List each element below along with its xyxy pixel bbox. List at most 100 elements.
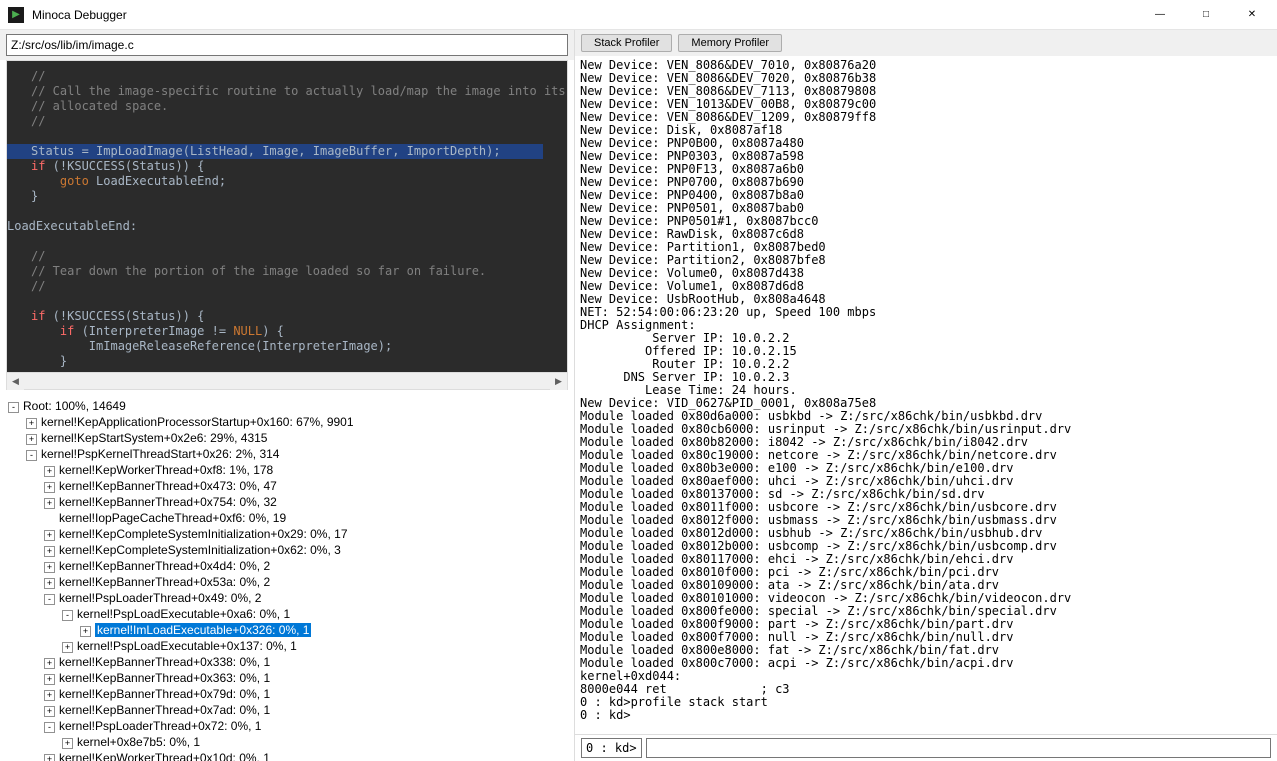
- code-line: // Call the image-specific routine to ac…: [31, 84, 567, 99]
- tree-node-label: kernel!KepWorkerThread+0x10d: 0%, 1: [59, 751, 270, 761]
- code-line: // Tear down the portion of the image lo…: [31, 264, 567, 279]
- tree-node-label: kernel!PspKernelThreadStart+0x26: 2%, 31…: [41, 447, 279, 461]
- code-line: Status = ImpLoadImage(ListHead, Image, I…: [7, 144, 543, 159]
- minimize-button[interactable]: —: [1137, 0, 1183, 30]
- tree-node[interactable]: -kernel!PspLoaderThread+0x72: 0%, 1: [4, 718, 574, 734]
- tree-node[interactable]: + kernel!KepBannerThread+0x338: 0%, 1: [4, 654, 574, 670]
- collapse-icon[interactable]: -: [62, 610, 73, 621]
- tree-node-label: Root: 100%, 14649: [23, 399, 126, 413]
- code-line: //: [31, 279, 567, 294]
- expand-icon[interactable]: +: [44, 658, 55, 669]
- command-bar: 0 : kd>: [575, 734, 1277, 761]
- expand-icon[interactable]: +: [44, 530, 55, 541]
- tree-node-label: kernel!KepBannerThread+0x363: 0%, 1: [59, 671, 270, 685]
- command-input[interactable]: [646, 738, 1271, 758]
- code-line: [31, 204, 567, 219]
- left-pane: // // Call the image-specific routine to …: [0, 30, 575, 761]
- collapse-icon[interactable]: -: [26, 450, 37, 461]
- tree-node-label: kernel!PspLoaderThread+0x72: 0%, 1: [59, 719, 261, 733]
- source-path-bar: [0, 30, 574, 60]
- code-line: if (InterpreterImage != NULL) {: [31, 324, 567, 339]
- code-line: ImImageReleaseReference(InterpreterImage…: [31, 339, 567, 354]
- expand-icon[interactable]: +: [44, 498, 55, 509]
- memory-profiler-button[interactable]: Memory Profiler: [678, 34, 782, 52]
- collapse-icon[interactable]: -: [44, 594, 55, 605]
- expand-icon[interactable]: +: [62, 738, 73, 749]
- code-line: [31, 234, 567, 249]
- tree-node[interactable]: + kernel!PspLoadExecutable+0x137: 0%, 1: [4, 638, 574, 654]
- expand-icon[interactable]: +: [44, 754, 55, 761]
- app-icon: ▶: [8, 7, 24, 23]
- code-horizontal-scrollbar[interactable]: ◀ ▶: [7, 372, 567, 389]
- code-line: //: [31, 114, 567, 129]
- tree-node-label: kernel!KepBannerThread+0x7ad: 0%, 1: [59, 703, 270, 717]
- window-title: Minoca Debugger: [32, 8, 1137, 22]
- expand-icon[interactable]: +: [26, 418, 37, 429]
- expand-icon[interactable]: +: [44, 482, 55, 493]
- tree-node[interactable]: +kernel!KepBannerThread+0x754: 0%, 32: [4, 494, 574, 510]
- source-view: // // Call the image-specific routine to …: [6, 60, 568, 390]
- tree-node-label: kernel+0x8e7b5: 0%, 1: [77, 735, 200, 749]
- tree-node-label: kernel!KepStartSystem+0x2e6: 29%, 4315: [41, 431, 267, 445]
- maximize-button[interactable]: □: [1183, 0, 1229, 30]
- tree-node-label: kernel!PspLoadExecutable+0x137: 0%, 1: [77, 639, 297, 653]
- tree-node[interactable]: + kernel!KepApplicationProcessorStartup+0…: [4, 414, 574, 430]
- code-line: LoadExecutableEnd:: [7, 219, 567, 234]
- tree-node[interactable]: + kernel!KepBannerThread+0x363: 0%, 1: [4, 670, 574, 686]
- expand-icon[interactable]: +: [44, 674, 55, 685]
- tree-node[interactable]: -kernel!PspLoaderThread+0x49: 0%, 2: [4, 590, 574, 606]
- right-pane: Stack Profiler Memory Profiler New Devic…: [575, 30, 1277, 761]
- stack-profiler-button[interactable]: Stack Profiler: [581, 34, 672, 52]
- scroll-left-icon[interactable]: ◀: [7, 373, 24, 390]
- profiler-toolbar: Stack Profiler Memory Profiler: [575, 30, 1277, 56]
- tree-node[interactable]: kernel!IopPageCacheThread+0xf6: 0%, 19: [4, 510, 574, 526]
- expand-icon[interactable]: +: [44, 546, 55, 557]
- collapse-icon[interactable]: -: [44, 722, 55, 733]
- expand-icon[interactable]: +: [80, 626, 91, 637]
- tree-node[interactable]: +kernel!KepBannerThread+0x473: 0%, 47: [4, 478, 574, 494]
- command-prompt: 0 : kd>: [581, 738, 642, 758]
- tree-node-label: kernel!KepApplicationProcessorStartup+0x…: [41, 415, 354, 429]
- code-line: goto LoadExecutableEnd;: [31, 174, 567, 189]
- tree-node[interactable]: -Root: 100%, 14649: [4, 398, 574, 414]
- collapse-icon[interactable]: -: [8, 402, 19, 413]
- tree-node[interactable]: + kernel!KepBannerThread+0x7ad: 0%, 1: [4, 702, 574, 718]
- tree-node-label: kernel!KepCompleteSystemInitialization+0…: [59, 527, 348, 541]
- tree-node-label: kernel!KepBannerThread+0x79d: 0%, 1: [59, 687, 270, 701]
- expand-icon[interactable]: +: [26, 434, 37, 445]
- expand-icon[interactable]: +: [62, 642, 73, 653]
- tree-node[interactable]: + kernel!KepBannerThread+0x53a: 0%, 2: [4, 574, 574, 590]
- expand-icon[interactable]: +: [44, 578, 55, 589]
- code-pane[interactable]: // // Call the image-specific routine to …: [7, 61, 567, 372]
- tree-node-label: kernel!KepBannerThread+0x53a: 0%, 2: [59, 575, 270, 589]
- scroll-right-icon[interactable]: ▶: [550, 373, 567, 390]
- tree-node[interactable]: + kernel!KepStartSystem+0x2e6: 29%, 4315: [4, 430, 574, 446]
- tree-node[interactable]: +kernel!KepWorkerThread+0xf8: 1%, 178: [4, 462, 574, 478]
- expand-icon[interactable]: +: [44, 706, 55, 717]
- titlebar: ▶ Minoca Debugger — □ ✕: [0, 0, 1277, 30]
- tree-node[interactable]: +kernel!KepBannerThread+0x4d4: 0%, 2: [4, 558, 574, 574]
- call-tree[interactable]: -Root: 100%, 14649+kernel!KepApplication…: [0, 394, 574, 761]
- tree-node[interactable]: + kernel!KepWorkerThread+0x10d: 0%, 1: [4, 750, 574, 761]
- tree-node-label: kernel!PspLoadExecutable+0xa6: 0%, 1: [77, 607, 290, 621]
- code-line: [31, 294, 567, 309]
- code-line: }: [31, 354, 567, 369]
- tree-node[interactable]: -kernel!PspLoadExecutable+0xa6: 0%, 1: [4, 606, 574, 622]
- code-line: [31, 129, 567, 144]
- tree-node[interactable]: + kernel+0x8e7b5: 0%, 1: [4, 734, 574, 750]
- tree-node[interactable]: +kernel!KepCompleteSystemInitialization+…: [4, 542, 574, 558]
- expand-icon[interactable]: +: [44, 690, 55, 701]
- tree-node-label: kernel!KepBannerThread+0x338: 0%, 1: [59, 655, 270, 669]
- source-path-input[interactable]: [6, 34, 568, 56]
- window-controls: — □ ✕: [1137, 0, 1275, 30]
- tree-node[interactable]: + kernel!KepBannerThread+0x79d: 0%, 1: [4, 686, 574, 702]
- tree-node[interactable]: -kernel!PspKernelThreadStart+0x26: 2%, 3…: [4, 446, 574, 462]
- code-line: //: [31, 249, 567, 264]
- tree-node[interactable]: + kernel!KepCompleteSystemInitialization+…: [4, 526, 574, 542]
- debug-console[interactable]: New Device: VEN_8086&DEV_7010, 0x80876a2…: [575, 56, 1277, 734]
- expand-icon[interactable]: +: [44, 466, 55, 477]
- close-button[interactable]: ✕: [1229, 0, 1275, 30]
- expand-icon[interactable]: +: [44, 562, 55, 573]
- tree-node[interactable]: +kernel!ImLoadExecutable+0x326: 0%, 1: [4, 622, 574, 638]
- tree-node-label: kernel!PspLoaderThread+0x49: 0%, 2: [59, 591, 261, 605]
